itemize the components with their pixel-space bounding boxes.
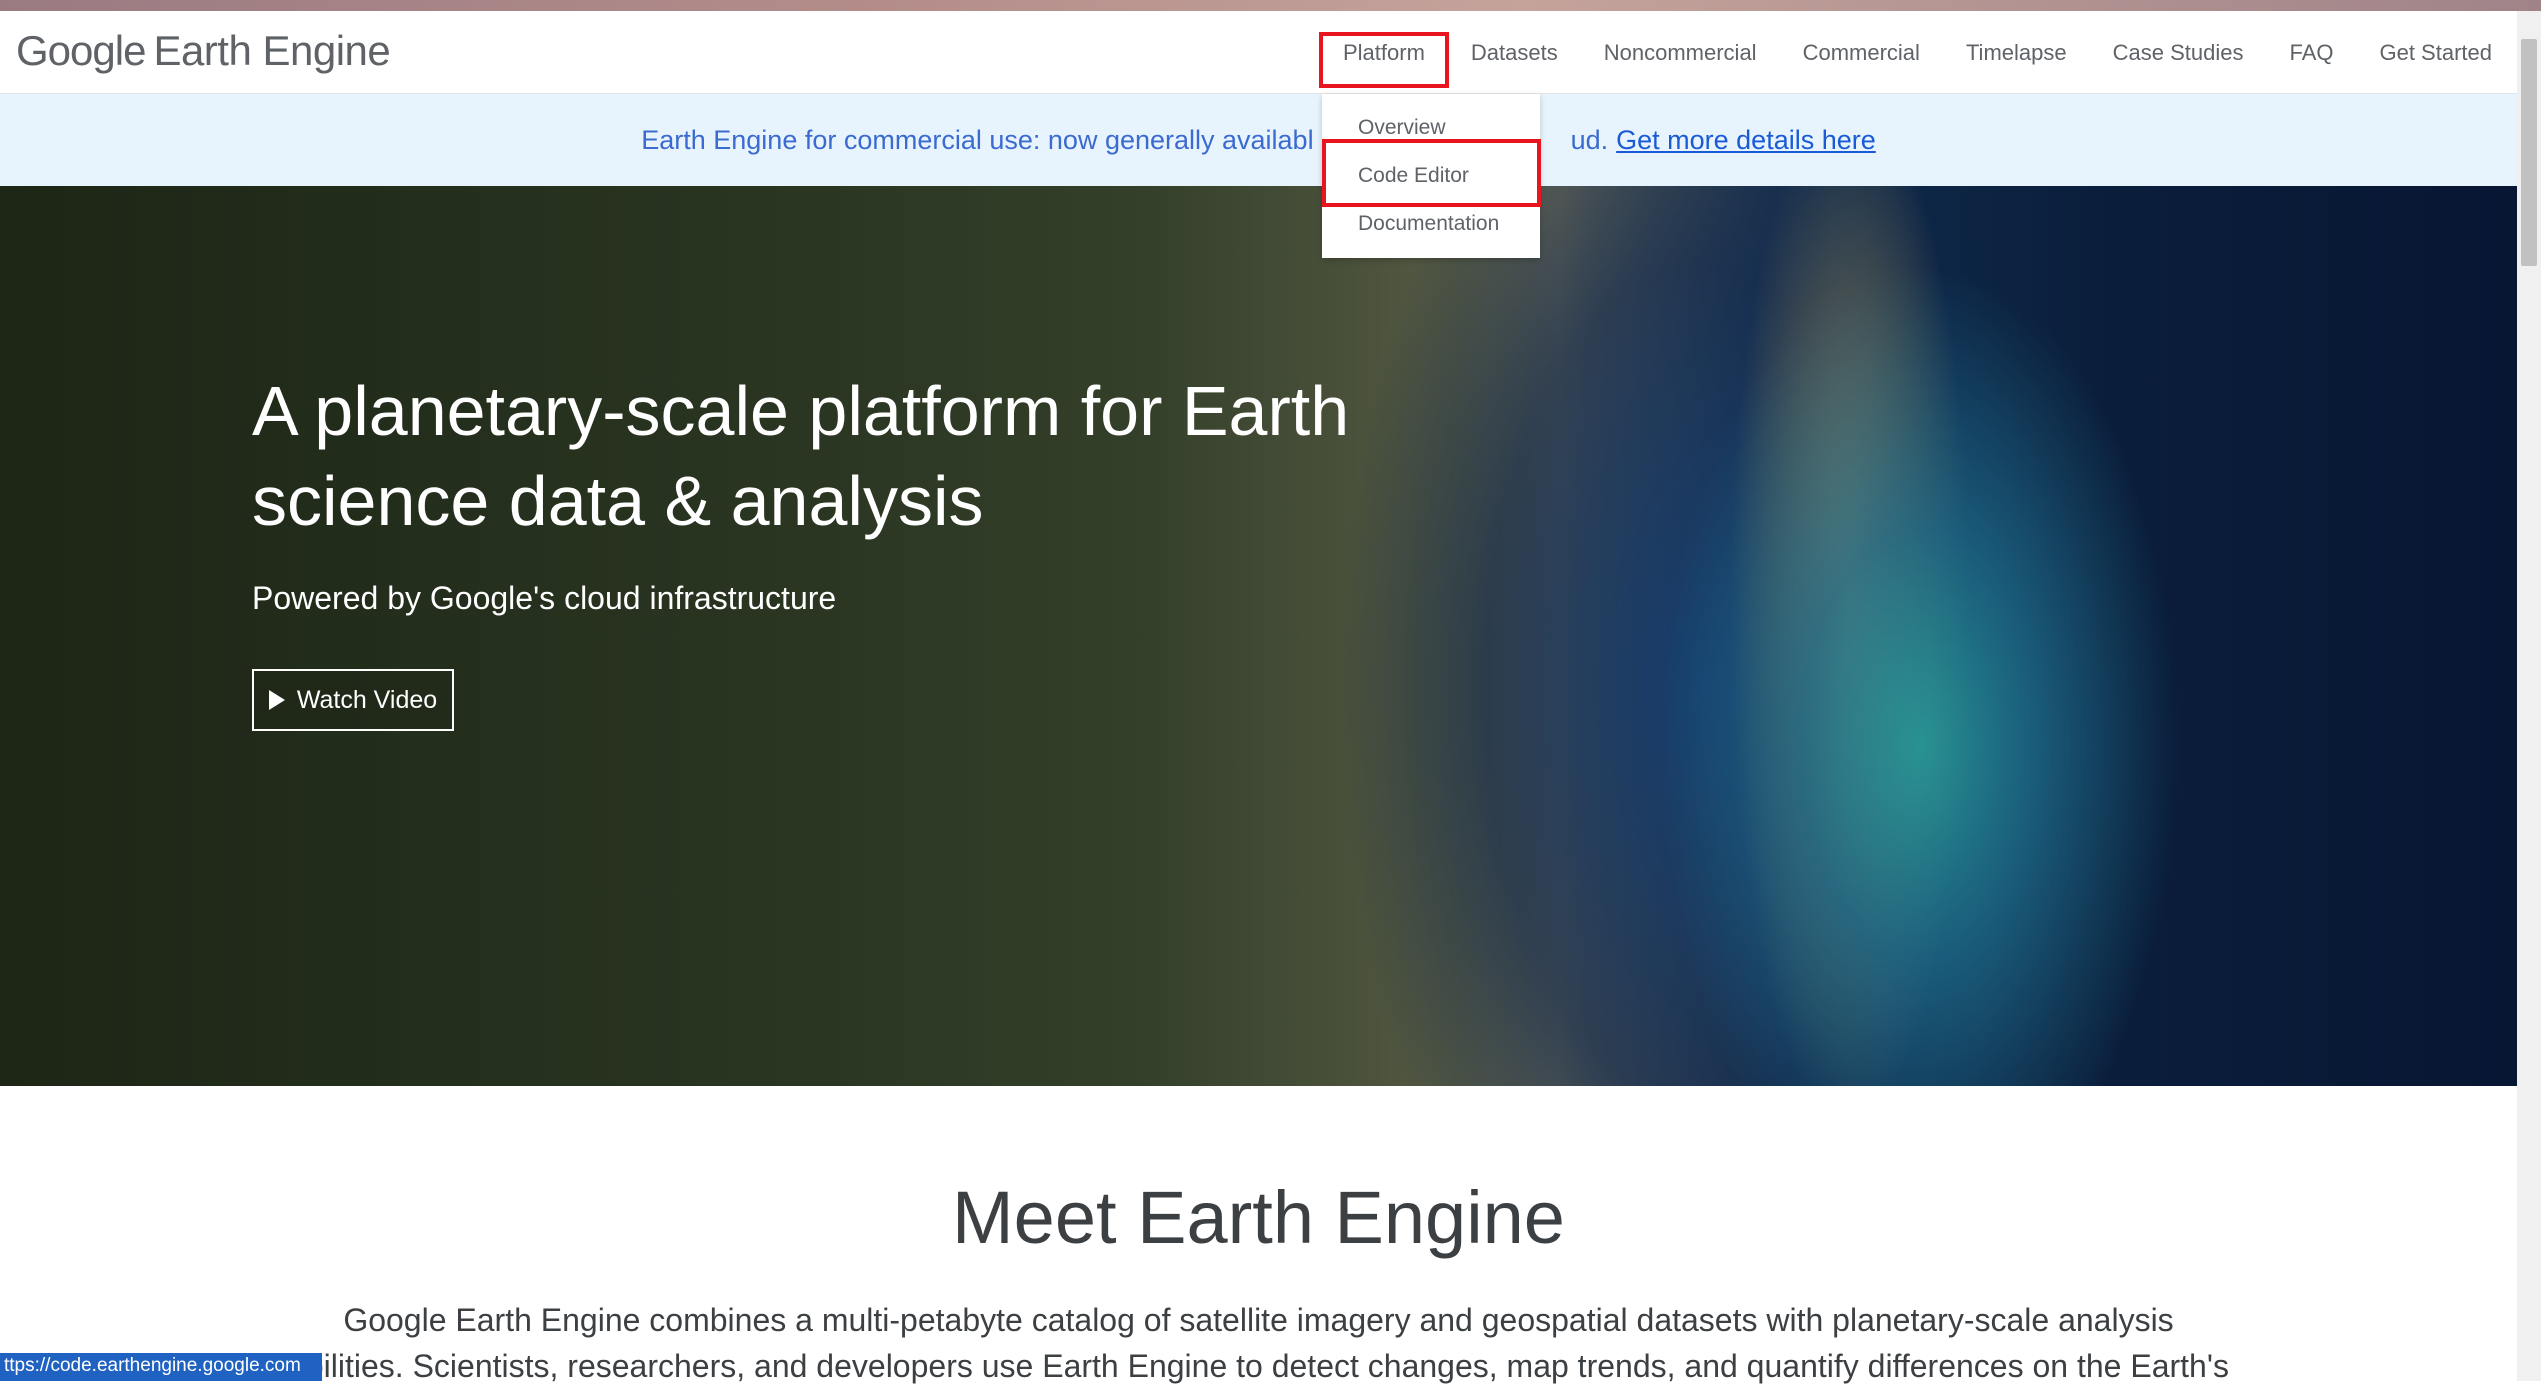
hero-title-line2: science data & analysis bbox=[252, 462, 984, 540]
hero-title-line1: A planetary-scale platform for Earth bbox=[252, 372, 1350, 450]
platform-dropdown-menu: Overview Code Editor Documentation bbox=[1322, 94, 1540, 258]
nav-commercial[interactable]: Commercial bbox=[1780, 11, 1943, 94]
hero-background-image bbox=[0, 186, 2517, 1086]
hero-title: A planetary-scale platform for Earth sci… bbox=[252, 366, 1552, 546]
announcement-banner: Earth Engine for commercial use: now gen… bbox=[0, 94, 2517, 186]
watch-video-button[interactable]: Watch Video bbox=[252, 669, 454, 731]
browser-top-strip bbox=[0, 0, 2541, 11]
nav-case-studies[interactable]: Case Studies bbox=[2090, 11, 2267, 94]
nav-faq[interactable]: FAQ bbox=[2266, 11, 2356, 94]
nav-noncommercial[interactable]: Noncommercial bbox=[1581, 11, 1780, 94]
nav-platform[interactable]: Platform bbox=[1319, 11, 1449, 94]
dropdown-item-documentation[interactable]: Documentation bbox=[1358, 212, 1499, 236]
main-nav: Platform Datasets Noncommercial Commerci… bbox=[1319, 11, 2515, 94]
site-header: Google Earth Engine Platform Datasets No… bbox=[0, 11, 2517, 94]
banner-details-link[interactable]: Get more details here bbox=[1616, 125, 1876, 156]
hero-section: A planetary-scale platform for Earth sci… bbox=[0, 186, 2517, 1086]
banner-text: Earth Engine for commercial use: now gen… bbox=[641, 124, 1314, 155]
status-bar-url: ttps://code.earthengine.google.com bbox=[0, 1353, 322, 1381]
hero-subtitle: Powered by Google's cloud infrastructure bbox=[252, 580, 837, 616]
meet-description-line2: abilities. Scientists, researchers, and … bbox=[288, 1348, 2229, 1384]
banner-text-tail: ud. bbox=[1570, 124, 1609, 155]
meet-description-line1: Google Earth Engine combines a multi-pet… bbox=[343, 1302, 2174, 1338]
page-scrollbar[interactable] bbox=[2517, 11, 2541, 1381]
logo-google-text: Google bbox=[16, 27, 146, 74]
dropdown-item-code-editor[interactable]: Code Editor bbox=[1358, 164, 1469, 188]
scrollbar-thumb[interactable] bbox=[2521, 39, 2537, 266]
nav-datasets[interactable]: Datasets bbox=[1448, 11, 1581, 94]
nav-timelapse[interactable]: Timelapse bbox=[1943, 11, 2090, 94]
meet-description: Google Earth Engine combines a multi-pet… bbox=[0, 1297, 2517, 1389]
nav-get-started[interactable]: Get Started bbox=[2356, 11, 2515, 94]
play-icon bbox=[268, 690, 285, 710]
watch-video-label: Watch Video bbox=[296, 685, 438, 714]
meet-earth-engine-heading: Meet Earth Engine bbox=[952, 1176, 1565, 1259]
google-earth-engine-logo[interactable]: Google Earth Engine bbox=[16, 23, 391, 79]
dropdown-item-overview[interactable]: Overview bbox=[1358, 116, 1446, 140]
logo-product-text: Earth Engine bbox=[153, 27, 391, 74]
